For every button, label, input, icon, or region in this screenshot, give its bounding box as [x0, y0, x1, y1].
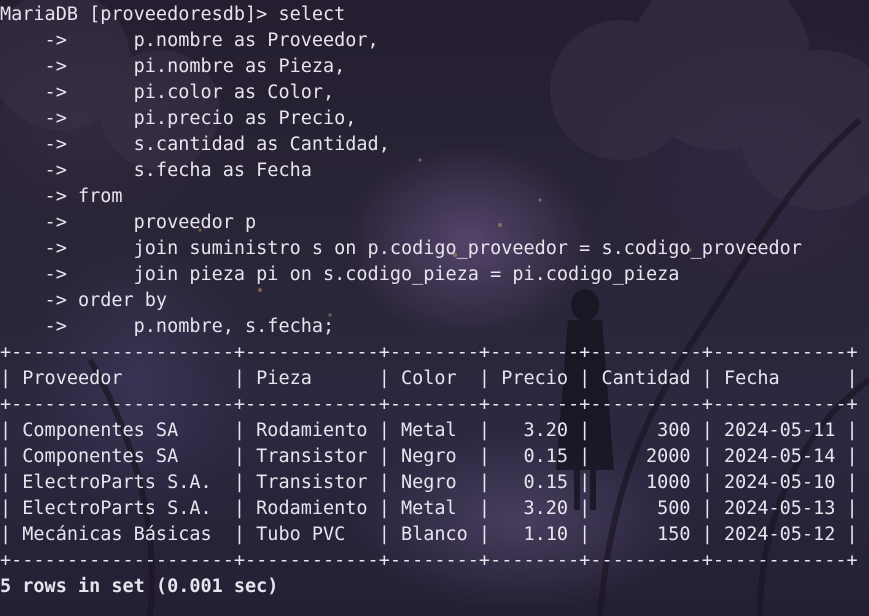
- query-line: -> pi.color as Color,: [0, 82, 335, 103]
- result-summary: 5 rows in set (0.001 sec): [0, 576, 279, 597]
- query-line: -> order by: [0, 290, 168, 311]
- table-row: | Componentes SA | Transistor | Negro | …: [0, 446, 858, 467]
- query-line: -> join suministro s on p.codigo_proveed…: [0, 238, 802, 259]
- query-line: -> pi.nombre as Pieza,: [0, 56, 346, 77]
- query-line: -> p.nombre, s.fecha;: [0, 316, 335, 337]
- table-row: | ElectroParts S.A. | Rodamiento | Metal…: [0, 498, 858, 519]
- table-row: | Mecánicas Básicas | Tubo PVC | Blanco …: [0, 524, 858, 545]
- table-row: | ElectroParts S.A. | Transistor | Negro…: [0, 472, 858, 493]
- query-line: -> s.cantidad as Cantidad,: [0, 134, 390, 155]
- query-line: -> pi.precio as Precio,: [0, 108, 357, 129]
- table-border-top: +--------------------+------------+-----…: [0, 342, 858, 363]
- query-line: -> s.fecha as Fecha: [0, 160, 312, 181]
- query-line: -> from: [0, 186, 123, 207]
- query-line: -> proveedor p: [0, 212, 257, 233]
- table-row: | Componentes SA | Rodamiento | Metal | …: [0, 420, 858, 441]
- terminal-output[interactable]: MariaDB [proveedoresdb]> select -> p.nom…: [0, 2, 869, 600]
- query-line: -> join pieza pi on s.codigo_pieza = pi.…: [0, 264, 680, 285]
- table-header-row: | Proveedor | Pieza | Color | Precio | C…: [0, 368, 858, 389]
- query-line: -> p.nombre as Proveedor,: [0, 30, 379, 51]
- query-line: MariaDB [proveedoresdb]> select: [0, 4, 346, 25]
- table-border-bottom: +--------------------+------------+-----…: [0, 550, 858, 571]
- table-border-header: +--------------------+------------+-----…: [0, 394, 858, 415]
